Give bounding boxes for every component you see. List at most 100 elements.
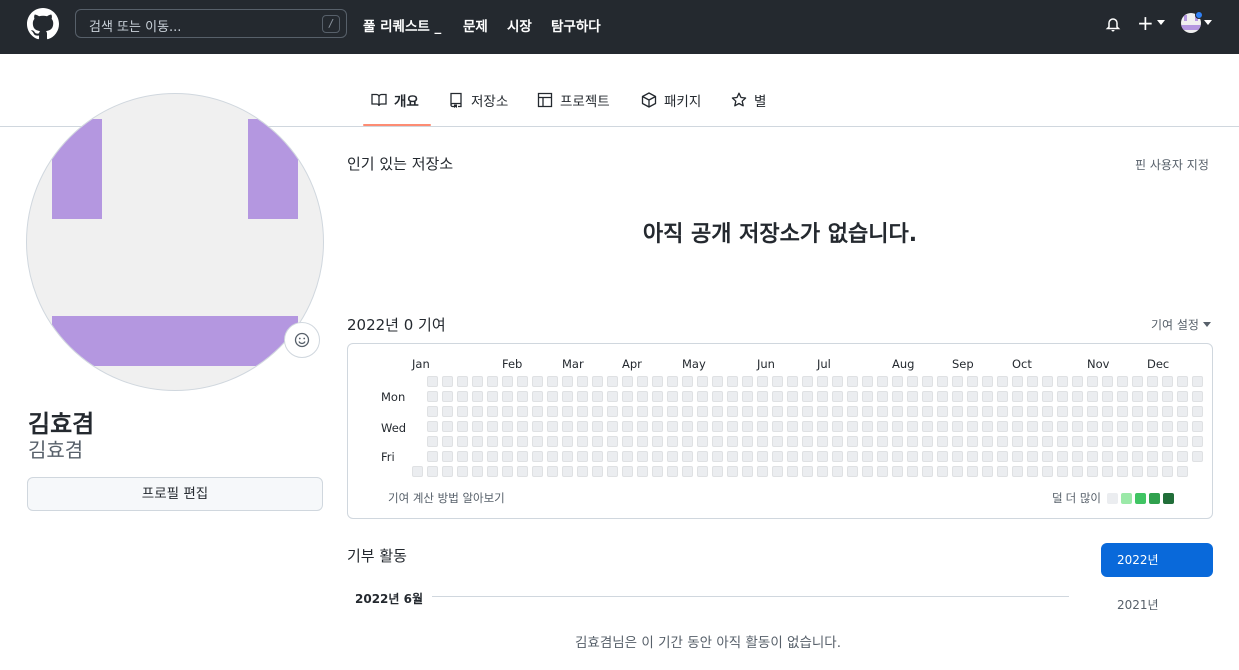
- avatar[interactable]: [26, 93, 324, 391]
- contribution-day-cell[interactable]: [652, 406, 663, 417]
- contribution-day-cell[interactable]: [997, 466, 1008, 477]
- contribution-day-cell[interactable]: [1012, 421, 1023, 432]
- contribution-day-cell[interactable]: [982, 436, 993, 447]
- contribution-day-cell[interactable]: [1192, 376, 1203, 387]
- contribution-day-cell[interactable]: [592, 451, 603, 462]
- contribution-day-cell[interactable]: [802, 406, 813, 417]
- contribution-day-cell[interactable]: [727, 406, 738, 417]
- contribution-day-cell[interactable]: [667, 406, 678, 417]
- tab-overview[interactable]: 개요: [371, 90, 419, 126]
- nav-explore[interactable]: 탐구하다: [551, 15, 601, 35]
- contribution-day-cell[interactable]: [562, 376, 573, 387]
- contribution-day-cell[interactable]: [757, 466, 768, 477]
- contribution-day-cell[interactable]: [1042, 406, 1053, 417]
- contribution-day-cell[interactable]: [982, 376, 993, 387]
- contribution-day-cell[interactable]: [952, 376, 963, 387]
- contribution-day-cell[interactable]: [877, 376, 888, 387]
- contribution-day-cell[interactable]: [757, 406, 768, 417]
- contribution-day-cell[interactable]: [742, 391, 753, 402]
- contribution-day-cell[interactable]: [637, 391, 648, 402]
- contribution-day-cell[interactable]: [1042, 421, 1053, 432]
- edit-profile-button[interactable]: 프로필 편집: [27, 477, 323, 511]
- contribution-day-cell[interactable]: [877, 406, 888, 417]
- contribution-day-cell[interactable]: [712, 466, 723, 477]
- contribution-day-cell[interactable]: [832, 436, 843, 447]
- contribution-day-cell[interactable]: [637, 421, 648, 432]
- contribution-day-cell[interactable]: [487, 436, 498, 447]
- contribution-day-cell[interactable]: [427, 391, 438, 402]
- contribution-day-cell[interactable]: [592, 421, 603, 432]
- contribution-day-cell[interactable]: [1132, 436, 1143, 447]
- contribution-day-cell[interactable]: [877, 421, 888, 432]
- contribution-day-cell[interactable]: [1192, 406, 1203, 417]
- contribution-day-cell[interactable]: [757, 451, 768, 462]
- contribution-day-cell[interactable]: [742, 451, 753, 462]
- contribution-day-cell[interactable]: [592, 391, 603, 402]
- contribution-day-cell[interactable]: [1132, 376, 1143, 387]
- contribution-day-cell[interactable]: [592, 466, 603, 477]
- contribution-day-cell[interactable]: [832, 466, 843, 477]
- contribution-day-cell[interactable]: [772, 421, 783, 432]
- contribution-day-cell[interactable]: [712, 436, 723, 447]
- contribution-day-cell[interactable]: [697, 376, 708, 387]
- contribution-day-cell[interactable]: [907, 376, 918, 387]
- contribution-day-cell[interactable]: [577, 451, 588, 462]
- contribution-day-cell[interactable]: [847, 466, 858, 477]
- contribution-day-cell[interactable]: [907, 421, 918, 432]
- contribution-day-cell[interactable]: [667, 391, 678, 402]
- contribution-day-cell[interactable]: [562, 406, 573, 417]
- contribution-day-cell[interactable]: [877, 466, 888, 477]
- contribution-day-cell[interactable]: [892, 451, 903, 462]
- contribution-day-cell[interactable]: [847, 436, 858, 447]
- contribution-day-cell[interactable]: [1057, 376, 1068, 387]
- contribution-day-cell[interactable]: [997, 451, 1008, 462]
- contribution-day-cell[interactable]: [922, 376, 933, 387]
- contribution-day-cell[interactable]: [1117, 421, 1128, 432]
- contribution-day-cell[interactable]: [757, 376, 768, 387]
- contribution-day-cell[interactable]: [922, 436, 933, 447]
- contribution-day-cell[interactable]: [532, 421, 543, 432]
- contribution-day-cell[interactable]: [1177, 406, 1188, 417]
- contribution-day-cell[interactable]: [667, 436, 678, 447]
- contribution-day-cell[interactable]: [457, 421, 468, 432]
- github-logo-icon[interactable]: [27, 8, 59, 40]
- contribution-settings-dropdown[interactable]: 기여 설정: [1151, 316, 1211, 333]
- contribution-day-cell[interactable]: [697, 436, 708, 447]
- contribution-day-cell[interactable]: [1132, 466, 1143, 477]
- contribution-day-cell[interactable]: [1072, 391, 1083, 402]
- contribution-day-cell[interactable]: [967, 391, 978, 402]
- contribution-day-cell[interactable]: [1042, 451, 1053, 462]
- contribution-day-cell[interactable]: [442, 391, 453, 402]
- contribution-day-cell[interactable]: [862, 376, 873, 387]
- contribution-day-cell[interactable]: [832, 406, 843, 417]
- contribution-day-cell[interactable]: [787, 391, 798, 402]
- contribution-day-cell[interactable]: [532, 406, 543, 417]
- contribution-day-cell[interactable]: [1057, 436, 1068, 447]
- contribution-day-cell[interactable]: [967, 406, 978, 417]
- contribution-day-cell[interactable]: [787, 451, 798, 462]
- contribution-day-cell[interactable]: [517, 451, 528, 462]
- contribution-day-cell[interactable]: [1147, 421, 1158, 432]
- contribution-day-cell[interactable]: [727, 391, 738, 402]
- contribution-day-cell[interactable]: [652, 421, 663, 432]
- contribution-day-cell[interactable]: [427, 451, 438, 462]
- contribution-day-cell[interactable]: [472, 391, 483, 402]
- contribution-day-cell[interactable]: [1012, 436, 1023, 447]
- contribution-day-cell[interactable]: [1102, 406, 1113, 417]
- contribution-day-cell[interactable]: [1117, 391, 1128, 402]
- contribution-day-cell[interactable]: [1087, 406, 1098, 417]
- contribution-day-cell[interactable]: [832, 376, 843, 387]
- contribution-day-cell[interactable]: [442, 451, 453, 462]
- contribution-day-cell[interactable]: [502, 376, 513, 387]
- contribution-day-cell[interactable]: [862, 406, 873, 417]
- contribution-day-cell[interactable]: [997, 391, 1008, 402]
- contribution-day-cell[interactable]: [577, 391, 588, 402]
- contribution-day-cell[interactable]: [937, 436, 948, 447]
- contribution-day-cell[interactable]: [907, 406, 918, 417]
- contribution-day-cell[interactable]: [592, 436, 603, 447]
- contribution-day-cell[interactable]: [1027, 451, 1038, 462]
- contribution-day-cell[interactable]: [487, 391, 498, 402]
- contribution-day-cell[interactable]: [1162, 421, 1173, 432]
- contribution-day-cell[interactable]: [952, 451, 963, 462]
- contribution-day-cell[interactable]: [1147, 376, 1158, 387]
